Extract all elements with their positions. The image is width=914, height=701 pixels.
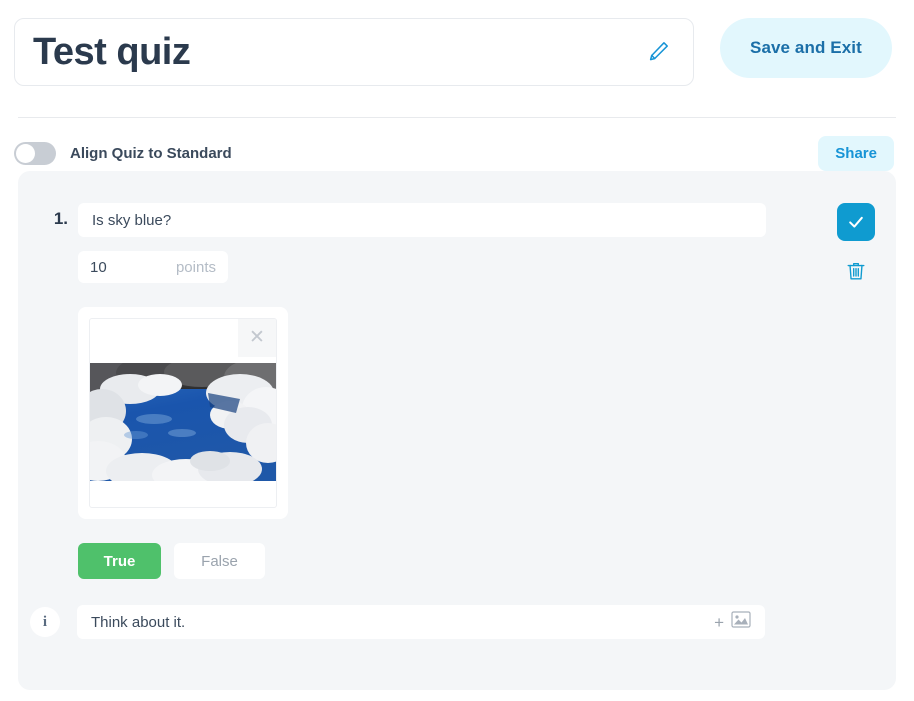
- add-image-icon[interactable]: [731, 611, 751, 633]
- hint-field[interactable]: +: [77, 605, 765, 639]
- toggle-knob: [16, 144, 35, 163]
- align-quiz-label: Align Quiz to Standard: [70, 145, 232, 162]
- close-icon[interactable]: ✕: [238, 319, 276, 357]
- save-and-exit-button[interactable]: Save and Exit: [720, 18, 892, 78]
- delete-question-button[interactable]: [840, 255, 872, 287]
- page-title: Test quiz: [33, 31, 191, 73]
- question-number: 1.: [53, 209, 68, 228]
- answer-false-button[interactable]: False: [174, 543, 265, 579]
- quiz-title-field[interactable]: Test quiz: [14, 18, 694, 86]
- question-card: 1. points: [18, 171, 896, 690]
- share-button[interactable]: Share: [818, 136, 894, 171]
- confirm-question-button[interactable]: [837, 203, 875, 241]
- page-header: Test quiz Save and Exit: [0, 0, 914, 86]
- plus-icon[interactable]: +: [714, 614, 724, 631]
- question-actions: [816, 203, 896, 287]
- sky-photo: [90, 363, 276, 481]
- hint-row: i +: [30, 605, 816, 639]
- points-input[interactable]: [90, 258, 150, 276]
- points-label: points: [175, 258, 216, 276]
- question-media-card: ✕: [78, 307, 288, 519]
- question-row: 1. points: [18, 171, 896, 639]
- answer-options: True False: [78, 543, 816, 579]
- settings-bar: Align Quiz to Standard Share: [0, 118, 914, 171]
- align-quiz-toggle[interactable]: [14, 142, 56, 165]
- hint-input[interactable]: [91, 613, 715, 631]
- media-inner-frame: ✕: [89, 318, 277, 508]
- info-icon: i: [30, 607, 60, 637]
- question-content: points: [30, 203, 816, 639]
- answer-true-button[interactable]: True: [78, 543, 161, 579]
- points-field[interactable]: points: [78, 251, 228, 283]
- pencil-icon[interactable]: [645, 39, 671, 65]
- question-text-input[interactable]: [78, 203, 766, 237]
- hint-tools: +: [714, 611, 751, 633]
